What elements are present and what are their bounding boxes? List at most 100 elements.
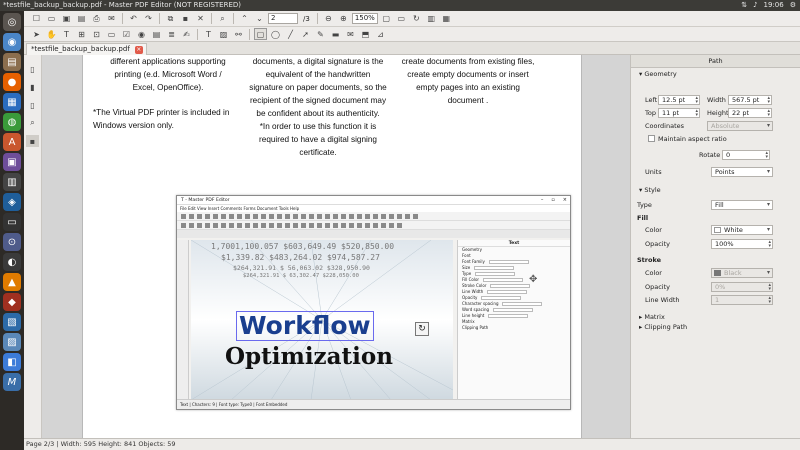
- arrow-tool-icon[interactable]: ➚: [299, 28, 312, 40]
- stroke-color-select[interactable]: Black ▾: [711, 268, 773, 278]
- paste-icon[interactable]: ▪: [179, 13, 192, 25]
- open-icon[interactable]: ▭: [45, 13, 58, 25]
- document-viewport[interactable]: different applications supporting printi…: [42, 55, 630, 438]
- terminal-icon[interactable]: ▭: [3, 213, 21, 231]
- add-text-icon[interactable]: T: [202, 28, 215, 40]
- hand-tool-icon[interactable]: ✋: [45, 28, 58, 40]
- fit-width-icon[interactable]: ▭: [395, 13, 408, 25]
- zoom-out-icon[interactable]: ⊖: [322, 13, 335, 25]
- snapshot-icon[interactable]: ⊡: [90, 28, 103, 40]
- delete-icon[interactable]: ✕: [194, 13, 207, 25]
- master-pdf-editor-icon[interactable]: M: [3, 373, 21, 391]
- app-icon[interactable]: ◆: [3, 293, 21, 311]
- vlc-icon[interactable]: ▲: [3, 273, 21, 291]
- libreoffice-writer-icon[interactable]: ▦: [3, 93, 21, 111]
- col1-paragraph-1[interactable]: different applications supporting printi…: [93, 55, 243, 94]
- clipping-path-section[interactable]: ▸ Clipping Path: [639, 323, 687, 331]
- app-icon[interactable]: ▥: [3, 173, 21, 191]
- edit-text-icon[interactable]: T: [60, 28, 73, 40]
- volume-icon[interactable]: ♪: [753, 0, 757, 11]
- new-document-icon[interactable]: ☐: [30, 13, 43, 25]
- col2-paragraph-2[interactable]: *In order to use this function it is req…: [248, 120, 388, 159]
- app-icon[interactable]: ◧: [3, 353, 21, 371]
- zoom-in-icon[interactable]: ⊕: [337, 13, 350, 25]
- select-cursor-icon[interactable]: ➤: [30, 28, 43, 40]
- properties-icon[interactable]: ▦: [440, 13, 453, 25]
- save-icon[interactable]: ▣: [60, 13, 73, 25]
- maintain-aspect-checkbox[interactable]: [648, 135, 655, 142]
- type-select[interactable]: Fill ▾: [711, 200, 773, 210]
- line-width-field[interactable]: 1 ▴ ▾: [711, 295, 773, 305]
- search-panel-icon[interactable]: ⌕: [26, 117, 39, 129]
- combo-tool-icon[interactable]: ▤: [150, 28, 163, 40]
- files-icon[interactable]: ▤: [3, 53, 21, 71]
- prev-page-icon[interactable]: ⌃: [238, 13, 251, 25]
- save-as-icon[interactable]: ▤: [75, 13, 88, 25]
- search-icon[interactable]: ⌕: [216, 13, 229, 25]
- stroke-opacity-field[interactable]: 0% ▴ ▾: [711, 282, 773, 292]
- embedded-screenshot-image[interactable]: T - Master PDF Editor – ▫ × File Edit View…: [176, 195, 571, 410]
- print-icon[interactable]: ⎙: [90, 13, 103, 25]
- height-field[interactable]: 22 pt ▴ ▾: [728, 108, 772, 118]
- add-image-icon[interactable]: ▨: [217, 28, 230, 40]
- app-icon[interactable]: ▧: [3, 313, 21, 331]
- app-icon[interactable]: ▣: [3, 153, 21, 171]
- close-tab-icon[interactable]: ×: [134, 46, 143, 54]
- fill-color-select[interactable]: White ▾: [711, 225, 773, 235]
- chrome-icon[interactable]: ◍: [3, 113, 21, 131]
- edit-object-icon[interactable]: ⊞: [75, 28, 88, 40]
- redo-icon[interactable]: ↷: [142, 13, 155, 25]
- top-field[interactable]: 11 pt ▴ ▾: [658, 108, 700, 118]
- app-icon[interactable]: ◈: [3, 193, 21, 211]
- stamp-tool-icon[interactable]: ⬒: [359, 28, 372, 40]
- sticky-note-icon[interactable]: ✉: [344, 28, 357, 40]
- signature-tool-icon[interactable]: ✍: [180, 28, 193, 40]
- pages-thumbnail-icon[interactable]: ▯: [26, 63, 39, 75]
- text-field-icon[interactable]: ▭: [105, 28, 118, 40]
- style-section[interactable]: ▾ Style: [639, 186, 661, 194]
- network-icon[interactable]: ⇅: [741, 0, 747, 11]
- rotate-field[interactable]: 0 ▴ ▾: [722, 150, 770, 160]
- dash-icon[interactable]: ◎: [3, 13, 21, 31]
- fit-page-icon[interactable]: ▢: [380, 13, 393, 25]
- geometry-section[interactable]: ▾ Geometry: [639, 70, 677, 78]
- link-tool-icon[interactable]: ⚯: [232, 28, 245, 40]
- page-layout-icon[interactable]: ▥: [425, 13, 438, 25]
- highlight-tool-icon[interactable]: ▬: [329, 28, 342, 40]
- app-icon[interactable]: ▨: [3, 333, 21, 351]
- units-select[interactable]: Points ▾: [711, 167, 773, 177]
- fill-opacity-field[interactable]: 100% ▴ ▾: [711, 239, 773, 249]
- list-tool-icon[interactable]: ≣: [165, 28, 178, 40]
- radio-tool-icon[interactable]: ◉: [135, 28, 148, 40]
- steam-icon[interactable]: ◐: [3, 253, 21, 271]
- next-page-icon[interactable]: ⌄: [253, 13, 266, 25]
- width-field[interactable]: 567.5 pt ▴ ▾: [728, 95, 772, 105]
- col1-paragraph-2[interactable]: *The Virtual PDF printer is included in …: [93, 106, 243, 132]
- undo-icon[interactable]: ↶: [127, 13, 140, 25]
- col2-paragraph-1[interactable]: documents, a digital signature is the eq…: [248, 55, 388, 120]
- ellipse-tool-icon[interactable]: ◯: [269, 28, 282, 40]
- chromium-icon[interactable]: ◉: [3, 33, 21, 51]
- rotate-icon[interactable]: ↻: [410, 13, 423, 25]
- page-number-input[interactable]: 2: [268, 13, 298, 24]
- email-icon[interactable]: ✉: [105, 13, 118, 25]
- left-field[interactable]: 12.5 pt ▴ ▾: [658, 95, 700, 105]
- matrix-section[interactable]: ▸ Matrix: [639, 313, 665, 321]
- firefox-icon[interactable]: ●: [3, 73, 21, 91]
- pdf-page[interactable]: different applications supporting printi…: [82, 55, 582, 438]
- layers-icon[interactable]: ▪: [26, 135, 39, 147]
- settings-icon[interactable]: ⚙: [790, 0, 796, 11]
- coordinates-select[interactable]: Absolute ▾: [707, 121, 773, 131]
- pencil-tool-icon[interactable]: ✎: [314, 28, 327, 40]
- copy-icon[interactable]: ⧉: [164, 13, 177, 25]
- measure-tool-icon[interactable]: ⊿: [374, 28, 387, 40]
- zoom-select[interactable]: 150%: [351, 13, 378, 24]
- col3-paragraph-1[interactable]: create documents from existing files, cr…: [398, 55, 538, 107]
- lock-icon[interactable]: ⊙: [3, 233, 21, 251]
- bookmarks-icon[interactable]: ▮: [26, 81, 39, 93]
- checkbox-tool-icon[interactable]: ☑: [120, 28, 133, 40]
- rectangle-tool-icon[interactable]: ▢: [254, 28, 267, 40]
- tab-testfile[interactable]: *testfile_backup_backup.pdf ×: [26, 43, 147, 55]
- clock[interactable]: 19:06: [764, 0, 784, 11]
- attachments-icon[interactable]: ▯: [26, 99, 39, 111]
